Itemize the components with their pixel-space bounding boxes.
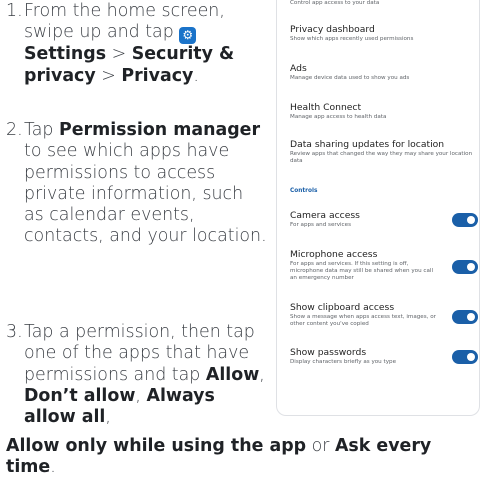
privacy-dashboard-item[interactable]: Privacy dashboard Show which apps recent… <box>290 24 478 43</box>
step-number: 2. <box>6 120 23 140</box>
punctuation: , <box>259 364 265 385</box>
item-subtitle: Display characters briefly as you type <box>290 359 397 365</box>
punctuation: . <box>50 457 56 478</box>
separator: > <box>111 44 127 65</box>
show-clipboard-access-toggle[interactable] <box>452 310 478 324</box>
dont-allow-label: Don’t allow <box>24 385 136 406</box>
step-3-continuation: Allow only while using the app or Ask ev… <box>6 436 480 479</box>
step-2-rest: to see which apps have permissions to ac… <box>24 141 267 247</box>
step-1: 1. From the home screen, swipe up and ta… <box>6 1 268 87</box>
allow-label: Allow <box>205 364 260 385</box>
step-2: 2. Tap Permission manager to see which a… <box>6 120 268 248</box>
data-sharing-updates-item[interactable]: Data sharing updates for location Review… <box>290 139 478 165</box>
item-title: Camera access <box>290 210 360 221</box>
punctuation: , <box>135 385 141 406</box>
item-title: Show clipboard access <box>290 302 395 313</box>
item-title: Show passwords <box>290 347 367 358</box>
item-subtitle: Show a message when apps access text, im… <box>290 314 436 327</box>
item-title: Health Connect <box>290 102 362 113</box>
item-subtitle: Review apps that changed the way they ma… <box>290 151 473 164</box>
step-number: 3. <box>6 322 23 342</box>
step-text: Tap a permission, then tap one of the ap… <box>6 322 268 428</box>
show-clipboard-access-row[interactable]: Show clipboard access Show a message whe… <box>290 302 478 328</box>
camera-access-toggle[interactable] <box>452 213 478 227</box>
or-text: or <box>311 436 330 456</box>
item-subtitle: Manage device data used to show you ads <box>290 75 410 81</box>
health-connect-item[interactable]: Health Connect Manage app access to heal… <box>290 102 478 121</box>
separator: > <box>101 65 116 86</box>
item-title: Privacy dashboard <box>290 24 375 35</box>
step-number: 1. <box>6 1 23 21</box>
step-text: Tap Permission manager to see which apps… <box>6 120 268 248</box>
step-3: 3. Tap a permission, then tap one of the… <box>6 322 268 428</box>
row-text: Microphone access For apps and services.… <box>290 249 436 282</box>
row-text: Camera access For apps and services <box>290 210 436 229</box>
allow-while-using-label: Allow only while using the app <box>6 436 307 456</box>
item-title: Microphone access <box>290 249 378 260</box>
settings-icon: ⚙ <box>179 27 197 45</box>
microphone-access-toggle[interactable] <box>452 260 478 274</box>
step-2-prefix: Tap <box>24 120 54 140</box>
item-title: Data sharing updates for location <box>290 139 445 150</box>
ads-item[interactable]: Ads Manage device data used to show you … <box>290 63 478 82</box>
show-passwords-row[interactable]: Show passwords Display characters briefl… <box>290 347 478 366</box>
punctuation: , <box>105 407 111 428</box>
item-subtitle: For apps and services. If this setting i… <box>290 261 434 281</box>
settings-label: Settings <box>24 44 107 65</box>
item-subtitle: Show which apps recently used permission… <box>290 36 414 42</box>
punctuation: . <box>193 65 199 86</box>
show-passwords-toggle[interactable] <box>452 350 478 364</box>
row-text: Show passwords Display characters briefl… <box>290 347 436 366</box>
phone-screenshot: Control app access to your data Privacy … <box>276 0 480 416</box>
item-subtitle: For apps and services <box>290 222 351 228</box>
row-text: Show clipboard access Show a message whe… <box>290 302 436 328</box>
privacy-subtitle: Control app access to your data <box>290 0 380 6</box>
privacy-label: Privacy <box>121 65 194 86</box>
microphone-access-row[interactable]: Microphone access For apps and services.… <box>290 249 478 282</box>
controls-section-label: Controls <box>290 188 318 194</box>
camera-access-row[interactable]: Camera access For apps and services <box>290 210 478 229</box>
item-subtitle: Manage app access to health data <box>290 114 387 120</box>
permission-manager-label: Permission manager <box>58 120 261 140</box>
item-title: Ads <box>290 63 307 74</box>
step-text: From the home screen, swipe up and tap ⚙… <box>6 1 268 87</box>
